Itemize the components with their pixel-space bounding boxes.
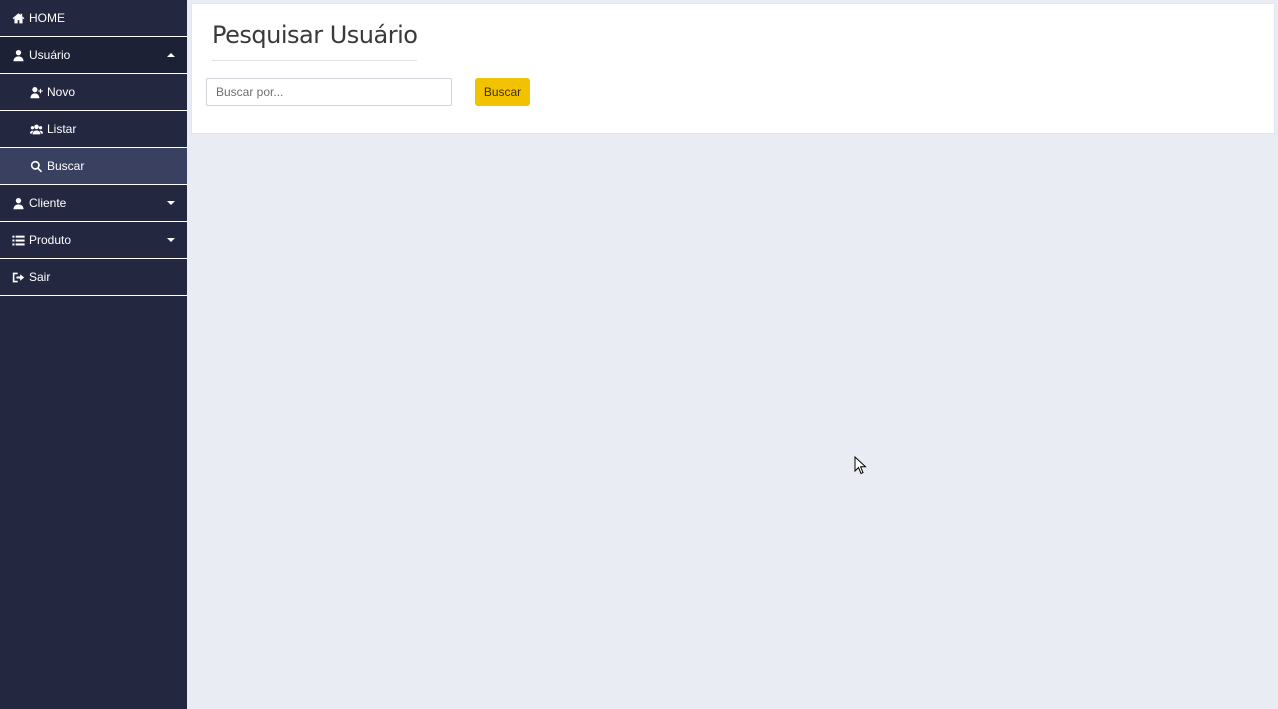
- list-icon: [11, 233, 25, 247]
- sidebar: HOME Usuário Novo Listar Buscar Cliente: [0, 0, 187, 709]
- sidebar-item-home[interactable]: HOME: [0, 0, 187, 37]
- mouse-cursor-icon: [854, 456, 867, 475]
- caret-down-icon: [167, 238, 175, 242]
- search-input[interactable]: [206, 78, 452, 106]
- home-icon: [11, 11, 25, 25]
- sidebar-item-label: Cliente: [29, 196, 67, 210]
- caret-down-icon: [167, 201, 175, 205]
- users-icon: [29, 122, 43, 136]
- sidebar-item-sair[interactable]: Sair: [0, 259, 187, 296]
- sidebar-item-label: Usuário: [29, 48, 71, 62]
- sidebar-item-label: HOME: [29, 11, 65, 25]
- user-icon: [11, 196, 25, 210]
- sidebar-item-label: Buscar: [47, 159, 85, 173]
- user-icon: [11, 48, 25, 62]
- sidebar-item-usuario[interactable]: Usuário: [0, 37, 187, 74]
- search-button[interactable]: Buscar: [475, 78, 530, 106]
- sidebar-item-produto[interactable]: Produto: [0, 222, 187, 259]
- sidebar-item-novo[interactable]: Novo: [0, 74, 187, 111]
- sidebar-item-buscar[interactable]: Buscar: [0, 148, 187, 185]
- sidebar-item-label: Novo: [47, 85, 76, 99]
- search-icon: [29, 159, 43, 173]
- sidebar-item-listar[interactable]: Listar: [0, 111, 187, 148]
- sidebar-item-label: Listar: [47, 122, 77, 136]
- page-title: Pesquisar Usuário: [212, 21, 418, 61]
- user-plus-icon: [29, 85, 43, 99]
- sidebar-item-cliente[interactable]: Cliente: [0, 185, 187, 222]
- search-panel: Pesquisar Usuário Buscar: [191, 3, 1275, 134]
- sidebar-item-label: Produto: [29, 233, 72, 247]
- caret-up-icon: [167, 53, 175, 57]
- sign-out-icon: [11, 270, 25, 284]
- sidebar-item-label: Sair: [29, 270, 51, 284]
